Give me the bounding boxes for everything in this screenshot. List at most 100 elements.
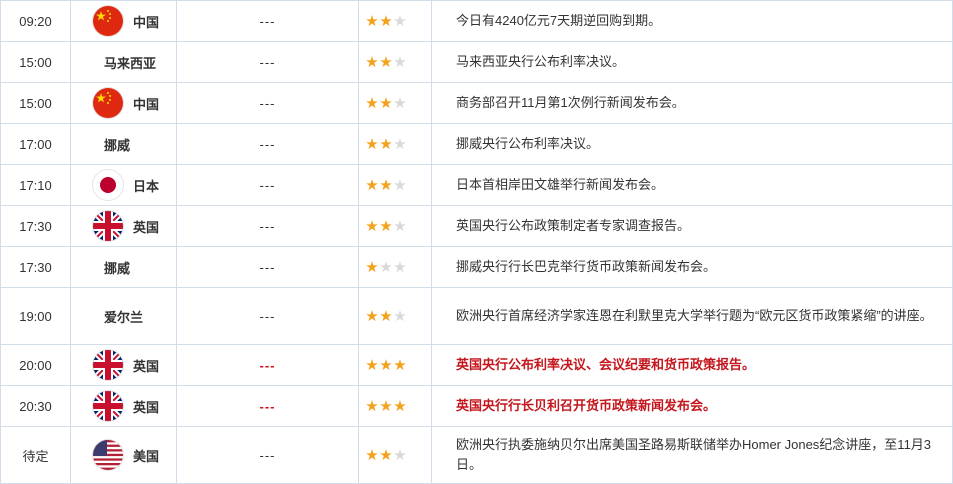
event-row[interactable]: 15:00 马来西亚 --- ★★★ 马来西亚央行公布利率决议。 <box>0 41 953 83</box>
event-country-cell: 日本 <box>70 164 177 206</box>
event-time: 待定 <box>0 426 71 484</box>
event-country-cell: 英国 <box>70 385 177 427</box>
star-filled-icon: ★ <box>365 356 379 374</box>
importance-stars: ★★★ <box>358 344 432 386</box>
star-filled-icon: ★ <box>379 356 393 374</box>
event-row[interactable]: 待定 美国 --- ★★★ 欧洲央行执委施纳贝尔出席美国圣路易斯联储举办Homer Jo… <box>0 426 953 484</box>
country-wrap: 英国 <box>71 211 176 241</box>
event-time: 20:00 <box>0 344 71 386</box>
uk-flag-icon <box>93 391 123 421</box>
star-empty-icon: ★ <box>393 53 407 71</box>
event-country-cell: 英国 <box>70 344 177 386</box>
event-description: 挪威央行行长巴克举行货币政策新闻发布会。 <box>431 246 953 288</box>
country-name: 日本 <box>133 178 160 194</box>
event-time: 20:30 <box>0 385 71 427</box>
star-filled-icon: ★ <box>379 397 393 415</box>
event-description: 商务部召开11月第1次例行新闻发布会。 <box>431 82 953 124</box>
star-empty-icon: ★ <box>393 135 407 153</box>
country-wrap: 中国 <box>71 6 176 36</box>
event-value: --- <box>176 41 359 83</box>
event-row[interactable]: 20:00 英国 --- ★★★ 英国央行公布利率决议、会议纪要和货币政策报告。 <box>0 344 953 386</box>
star-filled-icon: ★ <box>379 135 393 153</box>
country-wrap: 挪威 <box>71 129 176 159</box>
event-description: 挪威央行公布利率决议。 <box>431 123 953 165</box>
event-value: --- <box>176 164 359 206</box>
country-wrap: 英国 <box>71 350 176 380</box>
event-row[interactable]: 17:00 挪威 --- ★★★ 挪威央行公布利率决议。 <box>0 123 953 165</box>
event-row[interactable]: 17:30 挪威 --- ★★★ 挪威央行行长巴克举行货币政策新闻发布会。 <box>0 246 953 288</box>
country-name: 挪威 <box>104 137 131 153</box>
event-row[interactable]: 20:30 英国 --- ★★★ 英国央行行长贝利召开货币政策新闻发布会。 <box>0 385 953 427</box>
importance-stars: ★★★ <box>358 205 432 247</box>
star-empty-icon: ★ <box>393 12 407 30</box>
importance-stars: ★★★ <box>358 82 432 124</box>
country-name: 爱尔兰 <box>104 309 144 325</box>
importance-stars: ★★★ <box>358 426 432 484</box>
event-country-cell: 挪威 <box>70 246 177 288</box>
japan-flag-icon <box>93 170 123 200</box>
economic-calendar-table: 09:20 中国 --- ★★★ 今日有4240亿元7天期逆回购到期。 15:00 马来西亚… <box>0 0 953 484</box>
importance-stars: ★★★ <box>358 0 432 42</box>
event-country-cell: 马来西亚 <box>70 41 177 83</box>
country-wrap: 英国 <box>71 391 176 421</box>
importance-stars: ★★★ <box>358 287 432 345</box>
event-description: 今日有4240亿元7天期逆回购到期。 <box>431 0 953 42</box>
importance-stars: ★★★ <box>358 123 432 165</box>
event-description: 英国央行公布政策制定者专家调查报告。 <box>431 205 953 247</box>
star-filled-icon: ★ <box>365 217 379 235</box>
event-time: 19:00 <box>0 287 71 345</box>
star-filled-icon: ★ <box>365 135 379 153</box>
event-time: 17:30 <box>0 205 71 247</box>
country-wrap: 马来西亚 <box>71 47 176 77</box>
event-description: 欧洲央行执委施纳贝尔出席美国圣路易斯联储举办Homer Jones纪念讲座，至1… <box>431 426 953 484</box>
event-description: 英国央行公布利率决议、会议纪要和货币政策报告。 <box>431 344 953 386</box>
event-country-cell: 爱尔兰 <box>70 287 177 345</box>
event-row[interactable]: 17:30 英国 --- ★★★ 英国央行公布政策制定者专家调查报告。 <box>0 205 953 247</box>
event-description: 英国央行行长贝利召开货币政策新闻发布会。 <box>431 385 953 427</box>
event-country-cell: 美国 <box>70 426 177 484</box>
star-empty-icon: ★ <box>393 446 407 464</box>
event-row[interactable]: 17:10 日本 --- ★★★ 日本首相岸田文雄举行新闻发布会。 <box>0 164 953 206</box>
event-time: 09:20 <box>0 0 71 42</box>
event-row[interactable]: 15:00 中国 --- ★★★ 商务部召开11月第1次例行新闻发布会。 <box>0 82 953 124</box>
country-name: 美国 <box>133 448 160 464</box>
event-value: --- <box>176 0 359 42</box>
importance-stars: ★★★ <box>358 164 432 206</box>
event-country-cell: 中国 <box>70 0 177 42</box>
importance-stars: ★★★ <box>358 246 432 288</box>
event-value: --- <box>176 82 359 124</box>
star-empty-icon: ★ <box>393 258 407 276</box>
event-description: 马来西亚央行公布利率决议。 <box>431 41 953 83</box>
star-empty-icon: ★ <box>393 307 407 325</box>
event-time: 17:00 <box>0 123 71 165</box>
star-filled-icon: ★ <box>365 12 379 30</box>
star-filled-icon: ★ <box>365 397 379 415</box>
country-wrap: 挪威 <box>71 252 176 282</box>
event-value: --- <box>176 287 359 345</box>
country-wrap: 美国 <box>71 440 176 470</box>
star-filled-icon: ★ <box>365 94 379 112</box>
star-filled-icon: ★ <box>379 53 393 71</box>
star-empty-icon: ★ <box>393 176 407 194</box>
event-country-cell: 英国 <box>70 205 177 247</box>
country-name: 中国 <box>133 14 160 30</box>
country-name: 英国 <box>133 219 160 235</box>
star-filled-icon: ★ <box>393 356 407 374</box>
star-filled-icon: ★ <box>365 53 379 71</box>
event-row[interactable]: 19:00 爱尔兰 --- ★★★ 欧洲央行首席经济学家连恩在利默里克大学举行题为“欧元… <box>0 287 953 345</box>
event-value: --- <box>176 385 359 427</box>
event-value: --- <box>176 246 359 288</box>
event-time: 15:00 <box>0 82 71 124</box>
event-value: --- <box>176 426 359 484</box>
event-time: 15:00 <box>0 41 71 83</box>
event-country-cell: 中国 <box>70 82 177 124</box>
country-wrap: 爱尔兰 <box>71 301 176 331</box>
importance-stars: ★★★ <box>358 41 432 83</box>
event-time: 17:30 <box>0 246 71 288</box>
star-filled-icon: ★ <box>379 12 393 30</box>
event-row[interactable]: 09:20 中国 --- ★★★ 今日有4240亿元7天期逆回购到期。 <box>0 0 953 42</box>
country-name: 英国 <box>133 358 160 374</box>
star-filled-icon: ★ <box>365 176 379 194</box>
china-flag-icon <box>93 88 123 118</box>
event-value: --- <box>176 205 359 247</box>
